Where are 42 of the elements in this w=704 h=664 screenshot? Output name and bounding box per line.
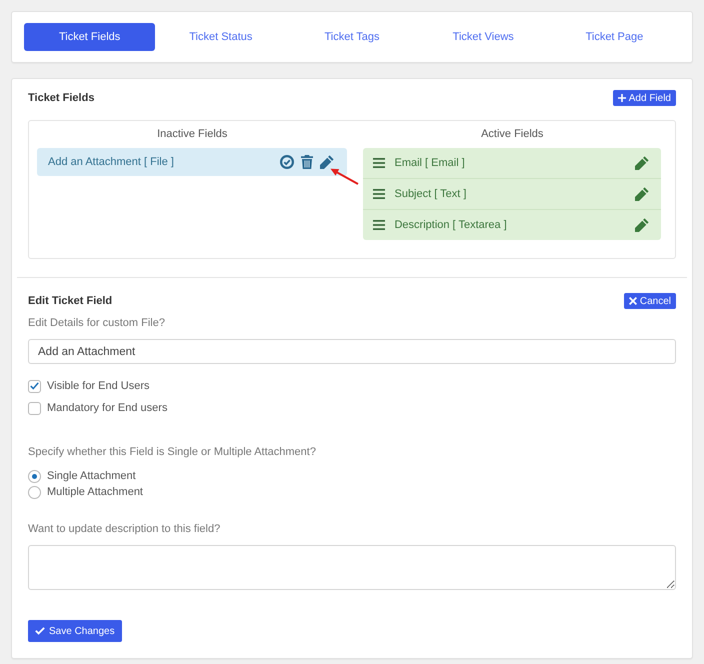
drag-handle-icon[interactable] (373, 158, 386, 168)
column-heading: Inactive Fields (156, 127, 228, 141)
name-input-field[interactable]: Add an Attachment (28, 339, 676, 364)
section-title: Edit Ticket Field (28, 295, 112, 307)
tab[interactable]: Ticket Tags (286, 23, 418, 51)
description-field[interactable] (28, 545, 676, 590)
field-label: Description [ Textarea ] (394, 219, 508, 231)
drag-handle-icon[interactable] (373, 220, 386, 230)
check-icon (35, 627, 45, 635)
pencil-icon[interactable] (635, 218, 649, 232)
column-heading: Active Fields (480, 127, 544, 141)
tab[interactable]: Ticket Status (155, 23, 286, 51)
cancel-button[interactable]: Cancel (624, 293, 676, 309)
active-field-item[interactable]: Description [ Textarea ] (363, 209, 661, 240)
checkbox[interactable] (28, 380, 41, 392)
question-text: Specify whether this Field is Single or Multiple Attachment? (28, 446, 317, 459)
drag-handle-icon[interactable] (373, 189, 386, 199)
field-label: Add an Attachment [ File ] (48, 156, 175, 168)
description-label: Want to update description to this field? (28, 523, 222, 536)
tab[interactable]: Ticket Page (548, 23, 680, 51)
radio-button[interactable] (28, 486, 41, 498)
radio-label: Multiple Attachment (47, 486, 143, 498)
active-field-item[interactable]: Subject [ Text ] (363, 178, 661, 209)
radio-label: Single Attachment (47, 470, 136, 482)
active-field-item[interactable]: Email [ Email ] (363, 148, 661, 178)
checkbox-label: Visible for End Users (47, 380, 150, 392)
field-label-text: Edit Details for custom File? (28, 317, 166, 330)
pencil-icon[interactable] (635, 187, 649, 201)
save-changes-button[interactable]: Save Changes (28, 620, 122, 642)
checkbox[interactable] (28, 402, 41, 414)
section-title: Ticket Fields (28, 92, 94, 104)
field-label: Subject [ Text ] (394, 188, 468, 200)
checkbox-label: Mandatory for End users (47, 402, 168, 414)
tab[interactable]: Ticket Views (418, 23, 549, 51)
close-icon (628, 297, 637, 305)
tab[interactable]: Ticket Fields (24, 23, 156, 51)
add-field-button[interactable]: Add Field (612, 90, 676, 106)
plus-icon (618, 94, 626, 102)
annotation-arrow (330, 168, 358, 185)
field-label: Email [ Email ] (394, 157, 466, 169)
pencil-icon[interactable] (635, 156, 649, 170)
radio-button[interactable] (28, 470, 41, 482)
